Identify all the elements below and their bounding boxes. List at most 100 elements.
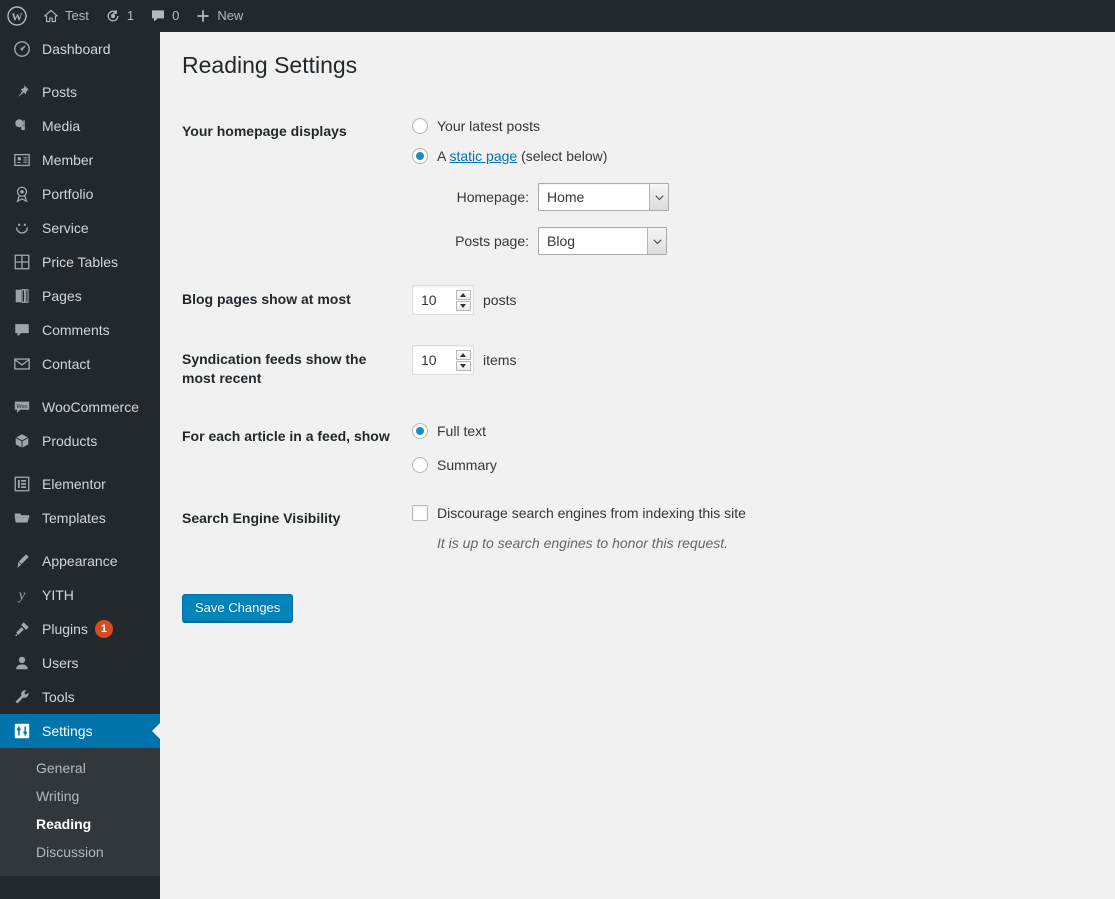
folder-icon bbox=[12, 508, 32, 528]
menu-separator bbox=[0, 381, 160, 390]
plugins-plug-icon bbox=[12, 619, 32, 639]
sidebar-label: Settings bbox=[42, 723, 93, 739]
stepper-down-icon[interactable] bbox=[455, 300, 471, 311]
sidebar-item-comments[interactable]: Comments bbox=[0, 313, 160, 347]
radio-latest-posts[interactable] bbox=[412, 118, 428, 135]
static-page-link[interactable]: static page bbox=[449, 148, 517, 164]
sidebar-item-plugins[interactable]: Plugins 1 bbox=[0, 612, 160, 646]
menu-separator bbox=[0, 458, 160, 467]
site-name-button[interactable]: Test bbox=[35, 0, 97, 32]
sidebar-label: Templates bbox=[42, 510, 106, 526]
sidebar-item-portfolio[interactable]: Portfolio bbox=[0, 177, 160, 211]
homepage-select[interactable]: Home bbox=[538, 183, 669, 212]
sidebar-item-elementor[interactable]: Elementor bbox=[0, 467, 160, 501]
blog-pages-input[interactable]: 10 bbox=[412, 285, 474, 316]
syndication-input[interactable]: 10 bbox=[412, 345, 474, 376]
radio-full-text-label[interactable]: Full text bbox=[437, 422, 486, 440]
sidebar-label: Service bbox=[42, 220, 89, 236]
save-changes-button[interactable]: Save Changes bbox=[182, 593, 294, 622]
row-feed-article: For each article in a feed, show Full te… bbox=[182, 407, 1095, 489]
radio-summary-label[interactable]: Summary bbox=[437, 456, 497, 474]
static-suffix-text: (select below) bbox=[517, 148, 608, 165]
discourage-search-label[interactable]: Discourage search engines from indexing … bbox=[437, 504, 746, 522]
dashboard-icon bbox=[12, 39, 32, 59]
sidebar-item-pages[interactable]: Pages bbox=[0, 279, 160, 313]
search-visibility-description: It is up to search engines to honor this… bbox=[437, 535, 729, 552]
radio-latest-posts-label[interactable]: Your latest posts bbox=[437, 117, 540, 135]
sidebar-item-woocommerce[interactable]: Woo WooCommerce bbox=[0, 390, 160, 424]
sidebar-item-products[interactable]: Products bbox=[0, 424, 160, 458]
label-blog-pages: Blog pages show at most bbox=[182, 291, 351, 308]
sidebar-label: Media bbox=[42, 118, 81, 134]
sidebar-item-tools[interactable]: Tools bbox=[0, 680, 160, 714]
plugins-update-badge: 1 bbox=[94, 620, 113, 638]
radio-static-page[interactable] bbox=[412, 148, 428, 165]
submenu-item-reading[interactable]: Reading bbox=[0, 810, 160, 838]
syndication-stepper[interactable] bbox=[455, 346, 473, 374]
comments-button[interactable]: 0 bbox=[142, 0, 187, 32]
menu-separator bbox=[0, 535, 160, 544]
new-content-button[interactable]: New bbox=[187, 0, 251, 32]
radio-static-page-label[interactable]: A static page (select below) bbox=[437, 147, 607, 165]
reading-settings-form: Your homepage displays Your latest posts… bbox=[182, 102, 1095, 642]
sidebar-item-contact[interactable]: Contact bbox=[0, 347, 160, 381]
homepage-displays-fieldset: Your latest posts A static page (select … bbox=[412, 117, 1085, 256]
settings-sliders-icon bbox=[12, 721, 32, 741]
grid-icon bbox=[12, 252, 32, 272]
sidebar-item-price-tables[interactable]: Price Tables bbox=[0, 245, 160, 279]
updates-button[interactable]: 1 bbox=[97, 0, 142, 32]
stepper-down-icon[interactable] bbox=[455, 360, 471, 371]
radio-row-static-page[interactable]: A static page (select below) bbox=[412, 147, 1085, 165]
sidebar-item-templates[interactable]: Templates bbox=[0, 501, 160, 535]
sidebar-label: Portfolio bbox=[42, 186, 94, 202]
chevron-down-icon bbox=[649, 184, 668, 211]
products-box-icon bbox=[12, 431, 32, 451]
sidebar-item-service[interactable]: Service bbox=[0, 211, 160, 245]
radio-full-text[interactable] bbox=[412, 422, 428, 439]
sidebar-item-users[interactable]: Users bbox=[0, 646, 160, 680]
row-search-engine-visibility: Search Engine Visibility Discourage sear… bbox=[182, 489, 1095, 567]
submenu-item-general[interactable]: General bbox=[0, 754, 160, 782]
posts-page-select[interactable]: Blog bbox=[538, 227, 667, 256]
radio-row-summary[interactable]: Summary bbox=[412, 456, 1085, 474]
sidebar-label: Users bbox=[42, 655, 79, 671]
discourage-search-checkbox[interactable] bbox=[412, 505, 428, 522]
label-search-engine-visibility: Search Engine Visibility bbox=[182, 510, 341, 527]
sidebar-item-media[interactable]: Media bbox=[0, 109, 160, 143]
svg-text:Woo: Woo bbox=[17, 404, 28, 410]
row-homepage-displays: Your homepage displays Your latest posts… bbox=[182, 102, 1095, 270]
pin-icon bbox=[12, 82, 32, 102]
stepper-up-icon[interactable] bbox=[455, 289, 471, 300]
blog-pages-stepper[interactable] bbox=[455, 286, 473, 314]
sidebar-item-posts[interactable]: Posts bbox=[0, 75, 160, 109]
pages-icon bbox=[12, 286, 32, 306]
radio-row-full-text[interactable]: Full text bbox=[412, 422, 1085, 440]
radio-row-latest-posts[interactable]: Your latest posts bbox=[412, 117, 1085, 135]
field-search-engine-visibility: Discourage search engines from indexing … bbox=[402, 489, 1095, 567]
radio-summary[interactable] bbox=[412, 457, 428, 474]
svg-text:W: W bbox=[12, 12, 23, 24]
homepage-select-row: Homepage: Home bbox=[412, 183, 1085, 212]
site-name-label: Test bbox=[65, 8, 89, 23]
sidebar-item-yith[interactable]: y YITH bbox=[0, 578, 160, 612]
label-homepage-displays: Your homepage displays bbox=[182, 123, 347, 139]
checkbox-row-discourage-search[interactable]: Discourage search engines from indexing … bbox=[412, 504, 1085, 522]
sidebar-label: Posts bbox=[42, 84, 78, 100]
sidebar-label: Products bbox=[42, 433, 98, 449]
sidebar-label: Member bbox=[42, 152, 94, 168]
homepage-select-value: Home bbox=[547, 189, 585, 206]
sidebar-label: YITH bbox=[42, 587, 74, 603]
sidebar-item-settings[interactable]: Settings bbox=[0, 714, 160, 748]
sidebar-label: Comments bbox=[42, 322, 110, 338]
portfolio-award-icon bbox=[12, 184, 32, 204]
posts-page-select-value: Blog bbox=[547, 233, 576, 250]
main-content: Reading Settings Your homepage displays … bbox=[160, 32, 1115, 899]
stepper-up-icon[interactable] bbox=[455, 349, 471, 360]
wordpress-logo-button[interactable]: W bbox=[0, 0, 35, 32]
sidebar-item-member[interactable]: Member bbox=[0, 143, 160, 177]
sidebar-item-dashboard[interactable]: Dashboard bbox=[0, 32, 160, 66]
field-homepage-displays: Your latest posts A static page (select … bbox=[402, 102, 1095, 270]
sidebar-item-appearance[interactable]: Appearance bbox=[0, 544, 160, 578]
submenu-item-discussion[interactable]: Discussion bbox=[0, 838, 160, 866]
submenu-item-writing[interactable]: Writing bbox=[0, 782, 160, 810]
